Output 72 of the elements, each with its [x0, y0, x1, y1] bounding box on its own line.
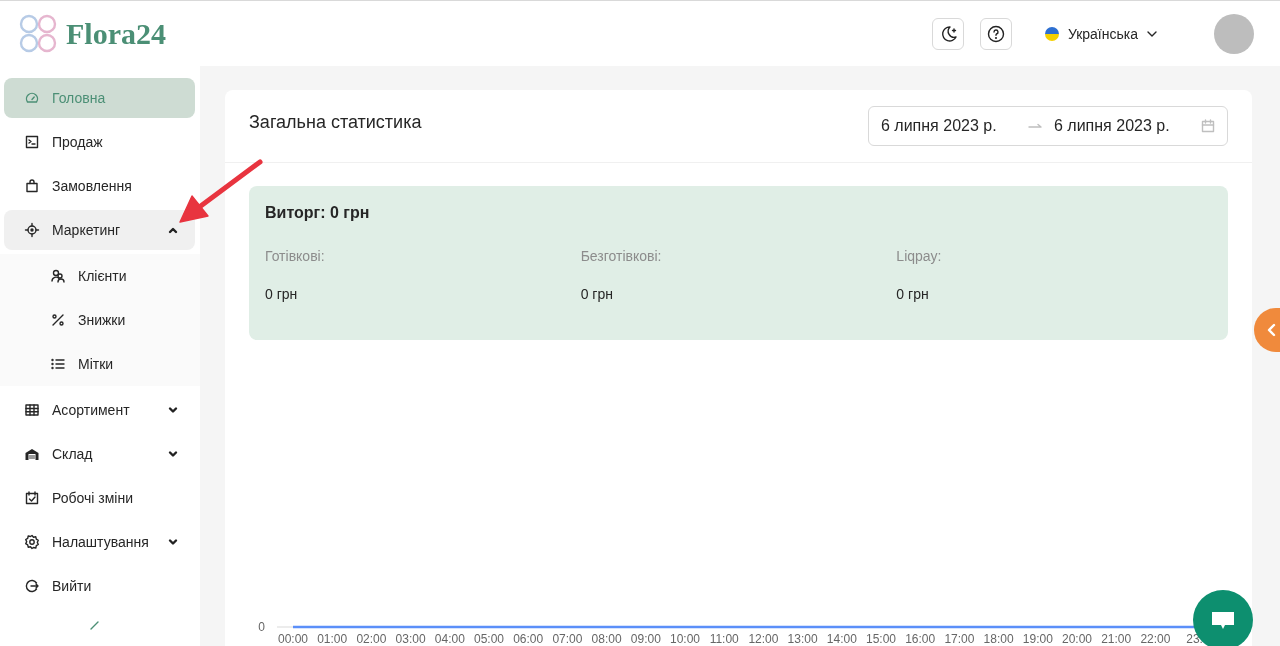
- sidebar-item[interactable]: Робочі зміни: [4, 478, 195, 518]
- users-icon: [50, 268, 66, 284]
- calendar-check-icon: [24, 490, 40, 506]
- chevron-down-icon: [167, 448, 179, 460]
- help-icon: [985, 23, 1006, 44]
- theme-toggle-button[interactable]: [931, 17, 964, 50]
- x-axis-label: 03:00: [395, 632, 426, 646]
- flag-icon: [1043, 25, 1060, 42]
- language-selector[interactable]: Українська: [1043, 21, 1158, 46]
- calendar-icon: [1201, 119, 1215, 133]
- chevron-down-icon: [167, 404, 179, 416]
- x-axis-label: 15:00: [866, 632, 896, 646]
- x-axis-label: 10:00: [670, 632, 700, 646]
- payment-value: 0 грн: [896, 286, 930, 302]
- x-axis-label: 06:00: [513, 632, 544, 646]
- x-axis-label: 13:00: [787, 632, 818, 646]
- x-axis-label: 21:00: [1101, 632, 1132, 646]
- chat-icon: [1210, 609, 1236, 631]
- payment-label: Безготівкові:: [580, 248, 663, 264]
- sidebar-item[interactable]: Маркетинг: [4, 210, 195, 250]
- terminal-icon: [24, 134, 40, 150]
- sidebar-item[interactable]: Замовлення: [4, 166, 195, 206]
- x-axis-label: 00:00: [278, 632, 308, 646]
- sidebar-item[interactable]: Продаж: [4, 122, 195, 162]
- x-axis-label: 20:00: [1062, 632, 1092, 646]
- toggle-icon: [90, 620, 100, 630]
- sidebar-item[interactable]: Склад: [4, 434, 195, 474]
- payment-value: 0 грн: [580, 286, 614, 302]
- x-axis-label: 12:00: [748, 632, 779, 646]
- x-axis-label: 18:00: [983, 632, 1014, 646]
- date-range-picker[interactable]: 6 липня 2023 р. 6 липня 2023 р.: [868, 106, 1228, 146]
- x-axis-label: 01:00: [317, 632, 348, 646]
- x-axis-label: 05:00: [474, 632, 504, 646]
- x-axis-label: 07:00: [552, 632, 583, 646]
- bag-icon: [24, 178, 40, 194]
- chevron-down-icon: [167, 536, 179, 548]
- payment-label: Готівкові:: [265, 248, 326, 264]
- arrow-right-icon: [1028, 122, 1042, 130]
- submenu-item[interactable]: Клієнти: [4, 256, 195, 296]
- dashboard-icon: [24, 90, 40, 106]
- help-button[interactable]: [979, 17, 1012, 50]
- gear-icon: [24, 534, 40, 550]
- x-axis-label: 08:00: [591, 632, 622, 646]
- chevron-left-icon: [1266, 323, 1276, 337]
- x-axis-label: 02:00: [356, 632, 387, 646]
- logout-icon: [24, 578, 40, 594]
- submenu-item[interactable]: Мітки: [4, 344, 195, 384]
- x-axis-label: 22:00: [1140, 632, 1171, 646]
- start-date[interactable]: 6 липня 2023 р.: [881, 117, 1016, 135]
- payment-label: Liqpay:: [896, 248, 943, 264]
- sidebar-item[interactable]: Асортимент: [4, 390, 195, 430]
- x-axis-label: 19:00: [1022, 632, 1053, 646]
- x-axis-label: 17:00: [944, 632, 975, 646]
- grid-icon: [24, 402, 40, 418]
- x-axis-label: 09:00: [630, 632, 661, 646]
- x-axis-label: 16:00: [905, 632, 936, 646]
- y-axis-label: 0: [258, 620, 265, 634]
- target-icon: [24, 222, 40, 238]
- warehouse-icon: [24, 446, 40, 462]
- sidebar-item[interactable]: Вийти: [4, 566, 195, 606]
- logo-text: Flora24: [66, 16, 166, 51]
- card-title: Загальна статистика: [249, 111, 422, 133]
- x-axis-label: 14:00: [826, 632, 857, 646]
- submenu-item[interactable]: Знижки: [4, 300, 195, 340]
- end-date[interactable]: 6 липня 2023 р.: [1054, 117, 1189, 135]
- list-icon: [50, 356, 66, 372]
- payment-value: 0 грн: [265, 286, 299, 302]
- sidebar-item[interactable]: Налаштування: [4, 522, 195, 562]
- x-axis-label: 11:00: [709, 632, 739, 646]
- percent-icon: [50, 312, 66, 328]
- revenue-title: Виторг: 0 грн: [265, 204, 371, 222]
- x-axis-label: 04:00: [434, 632, 465, 646]
